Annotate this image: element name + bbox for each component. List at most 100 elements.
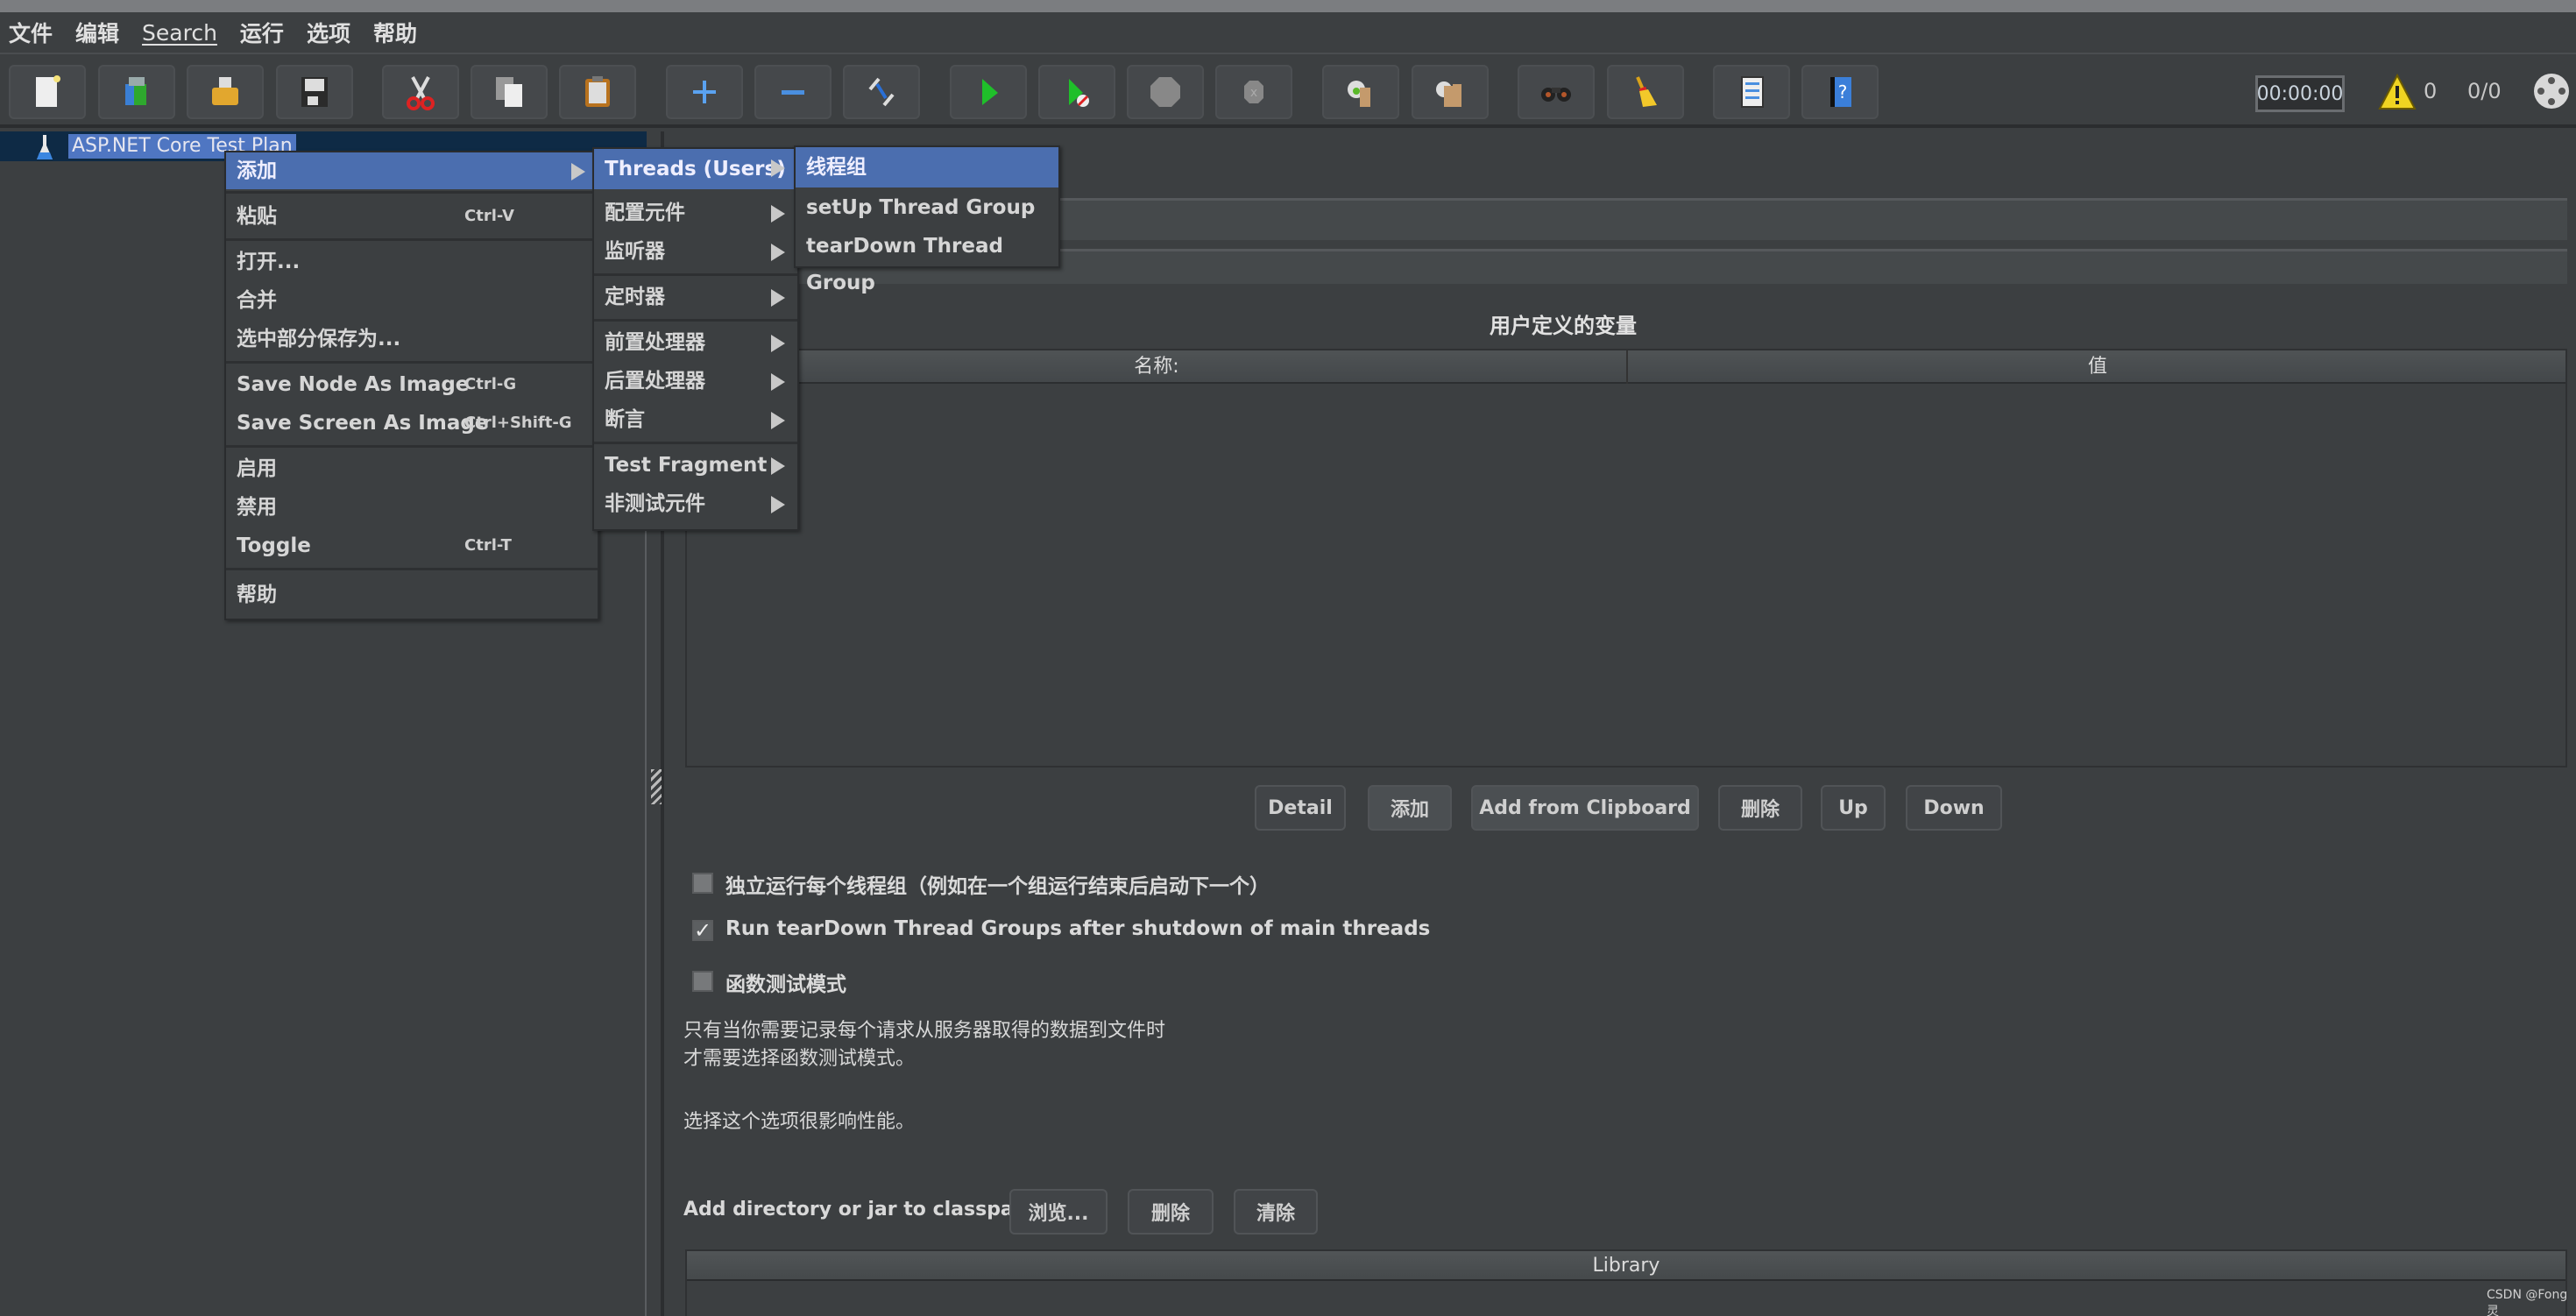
collapse-all-button[interactable] bbox=[754, 65, 832, 119]
elapsed-timer: 00:00:00 bbox=[2255, 75, 2345, 112]
add-from-clipboard-button[interactable]: Add from Clipboard bbox=[1471, 785, 1699, 831]
submenu-item-setup-thread-group[interactable]: setUp Thread Group bbox=[796, 189, 1058, 226]
submenu-arrow-icon bbox=[771, 335, 785, 352]
cut-button[interactable] bbox=[382, 65, 459, 119]
expand-all-button[interactable] bbox=[666, 65, 743, 119]
help-button[interactable]: ? bbox=[1801, 65, 1879, 119]
menu-separator bbox=[226, 445, 598, 448]
reset-search-button[interactable] bbox=[1607, 65, 1684, 119]
submenu-item-timer[interactable]: 定时器 bbox=[594, 279, 797, 315]
add-button[interactable]: 添加 bbox=[1368, 785, 1452, 831]
run-teardown-checkbox[interactable]: ✓ bbox=[692, 920, 713, 941]
submenu-item-test-fragment[interactable]: Test Fragment bbox=[594, 447, 797, 484]
submenu-arrow-icon bbox=[771, 373, 785, 391]
functional-test-mode-label[interactable]: 函数测试模式 bbox=[725, 967, 846, 997]
submenu-item-pre-processor[interactable]: 前置处理器 bbox=[594, 324, 797, 361]
context-menu-item-save-screen-as-image[interactable]: Save Screen As Image Ctrl+Shift-G bbox=[226, 405, 598, 442]
clear-button[interactable] bbox=[1322, 65, 1399, 119]
paste-button[interactable] bbox=[559, 65, 636, 119]
user-variables-table[interactable]: 名称: 值 bbox=[685, 349, 2567, 768]
copy-icon bbox=[496, 77, 522, 107]
run-teardown-label[interactable]: Run tearDown Thread Groups after shutdow… bbox=[725, 917, 1430, 940]
context-menu-item-toggle[interactable]: Toggle Ctrl-T bbox=[226, 527, 598, 564]
submenu-item-assertion[interactable]: 断言 bbox=[594, 401, 797, 438]
templates-icon bbox=[125, 77, 146, 105]
test-plan-flask-icon bbox=[37, 135, 53, 159]
run-groups-consecutively-checkbox[interactable] bbox=[692, 873, 713, 894]
binoculars-icon bbox=[1541, 88, 1571, 102]
clear-all-broom-icon bbox=[1436, 81, 1461, 107]
clear-broom-gear-icon bbox=[1348, 81, 1370, 107]
menu-item-label: 非测试元件 bbox=[605, 492, 705, 515]
function-list-icon bbox=[1741, 76, 1764, 108]
start-no-pauses-button[interactable] bbox=[1038, 65, 1115, 119]
browse-button[interactable]: 浏览... bbox=[1009, 1189, 1108, 1235]
submenu-item-post-processor[interactable]: 后置处理器 bbox=[594, 363, 797, 400]
context-menu-item-paste[interactable]: 粘贴 Ctrl-V bbox=[226, 198, 598, 235]
menu-item-label: Threads (Users) bbox=[605, 158, 786, 180]
submenu-item-config-element[interactable]: 配置元件 bbox=[594, 195, 797, 231]
menu-edit[interactable]: 编辑 bbox=[75, 17, 119, 48]
submenu-item-threads[interactable]: Threads (Users) bbox=[594, 149, 797, 189]
help-book-icon: ? bbox=[1830, 77, 1851, 107]
classpath-delete-button[interactable]: 删除 bbox=[1128, 1189, 1214, 1235]
submenu-arrow-icon bbox=[771, 289, 785, 307]
library-table[interactable]: Library bbox=[685, 1249, 2567, 1316]
window-top-strip bbox=[0, 0, 2576, 12]
menu-separator bbox=[594, 273, 797, 276]
watermark: CSDN @Fong灵 bbox=[2487, 1288, 2568, 1316]
classpath-clear-button[interactable]: 清除 bbox=[1234, 1189, 1318, 1235]
detail-button[interactable]: Detail bbox=[1255, 785, 1346, 831]
menubar: 文件 编辑 Search 运行 选项 帮助 bbox=[0, 12, 2576, 54]
start-button[interactable] bbox=[950, 65, 1027, 119]
delete-button[interactable]: 删除 bbox=[1718, 785, 1802, 831]
context-menu-item-enable[interactable]: 启用 bbox=[226, 450, 598, 487]
menu-item-label: Test Fragment bbox=[605, 454, 768, 477]
stop-button[interactable] bbox=[1127, 65, 1204, 119]
menu-separator bbox=[226, 361, 598, 364]
splitter-grip[interactable] bbox=[651, 769, 662, 804]
menu-file[interactable]: 文件 bbox=[9, 17, 53, 48]
scissors-icon bbox=[407, 76, 435, 110]
save-button[interactable] bbox=[276, 65, 353, 119]
context-menu-item-save-node-as-image[interactable]: Save Node As Image Ctrl-G bbox=[226, 366, 598, 403]
submenu-item-teardown-thread-group[interactable]: tearDown Thread Group bbox=[796, 228, 1058, 294]
submenu-arrow-icon bbox=[571, 163, 585, 180]
open-button[interactable] bbox=[187, 65, 264, 119]
submenu-arrow-icon bbox=[771, 457, 785, 475]
menu-options[interactable]: 选项 bbox=[307, 17, 350, 48]
menu-search[interactable]: Search bbox=[142, 20, 217, 46]
submenu-item-non-test-element[interactable]: 非测试元件 bbox=[594, 485, 797, 522]
column-header-library[interactable]: Library bbox=[687, 1251, 2565, 1281]
functional-mode-note-line2: 才需要选择函数测试模式。 bbox=[683, 1048, 916, 1070]
down-button[interactable]: Down bbox=[1906, 785, 2002, 831]
context-menu-item-help[interactable]: 帮助 bbox=[226, 577, 598, 613]
context-menu-item-merge[interactable]: 合并 bbox=[226, 282, 598, 319]
menu-item-label: Toggle bbox=[237, 534, 311, 557]
shutdown-button[interactable]: x bbox=[1215, 65, 1292, 119]
context-menu-item-save-selection-as[interactable]: 选中部分保存为... bbox=[226, 321, 598, 357]
menu-run[interactable]: 运行 bbox=[240, 17, 284, 48]
search-button[interactable] bbox=[1518, 65, 1595, 119]
up-button[interactable]: Up bbox=[1821, 785, 1886, 831]
submenu-arrow-icon bbox=[771, 159, 785, 177]
clear-all-button[interactable] bbox=[1412, 65, 1489, 119]
toggle-button[interactable] bbox=[843, 65, 920, 119]
context-menu-item-disable[interactable]: 禁用 bbox=[226, 489, 598, 526]
menu-item-label: 定时器 bbox=[605, 286, 665, 308]
submenu-item-thread-group[interactable]: 线程组 bbox=[796, 147, 1058, 187]
functional-test-mode-checkbox[interactable] bbox=[692, 971, 713, 992]
column-header-value[interactable]: 值 bbox=[1628, 350, 2567, 384]
menu-item-label: 后置处理器 bbox=[605, 370, 705, 393]
submenu-item-listener[interactable]: 监听器 bbox=[594, 233, 797, 270]
menu-help[interactable]: 帮助 bbox=[373, 17, 417, 48]
context-menu-item-open[interactable]: 打开... bbox=[226, 244, 598, 280]
templates-button[interactable] bbox=[98, 65, 175, 119]
new-button[interactable] bbox=[9, 65, 86, 119]
context-menu-item-add[interactable]: 添加 bbox=[226, 152, 598, 189]
function-helper-button[interactable] bbox=[1713, 65, 1790, 119]
copy-button[interactable] bbox=[471, 65, 548, 119]
column-header-name[interactable]: 名称: bbox=[687, 350, 1628, 384]
warning-icon[interactable] bbox=[2378, 74, 2417, 110]
run-groups-consecutively-label[interactable]: 独立运行每个线程组（例如在一个组运行结束后启动下一个） bbox=[725, 869, 1270, 899]
